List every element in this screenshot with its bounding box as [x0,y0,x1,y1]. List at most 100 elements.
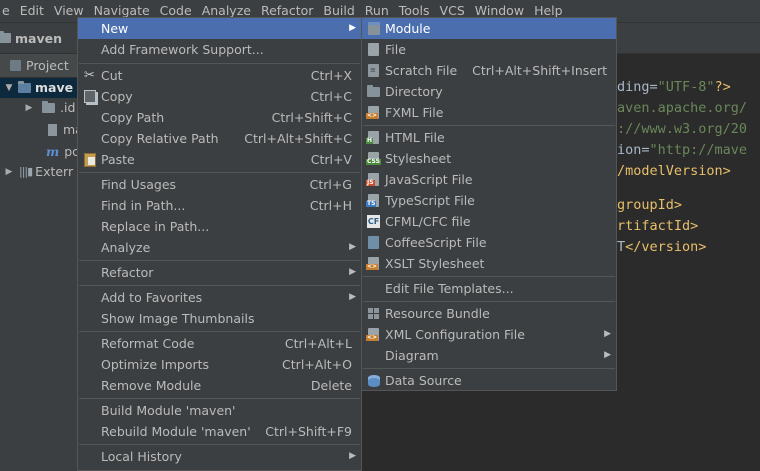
tree-node-idea[interactable]: ▶ .id [0,98,76,118]
menu-item-optimize-imports[interactable]: Optimize Imports Ctrl+Alt+O [78,354,361,375]
folder-icon [42,101,55,113]
breadcrumb-project[interactable]: maven [15,31,62,46]
menu-item-show-image-thumbnails[interactable]: Show Image Thumbnails [78,308,361,329]
menu-item-label: Find Usages [101,177,177,192]
menu-separator [363,368,615,369]
menu-item-label: Diagram [385,348,439,363]
menu-item-label: Replace in Path... [101,219,210,234]
database-icon [366,373,381,388]
menu-item-label: Cut [101,68,123,83]
collapse-arrow-icon[interactable]: ▶ [4,162,14,182]
file-icon [366,42,381,57]
menu-item-label: CoffeeScript File [385,235,487,250]
breadcrumb[interactable]: maven [0,28,62,48]
code-string: "UTF-8" [657,79,715,95]
submenu-item-typescript-file[interactable]: TS TypeScript File [362,190,616,211]
submenu-item-stylesheet[interactable]: CSS Stylesheet [362,148,616,169]
menu-separator [363,301,615,302]
submenu-item-edit-file-templates[interactable]: Edit File Templates... [362,278,616,299]
menu-file[interactable]: e [0,0,15,22]
menu-separator [79,63,360,64]
menu-item-refactor[interactable]: Refactor ▶ [78,262,361,283]
submenu-item-xml-configuration-file[interactable]: <> XML Configuration File ▶ [362,324,616,345]
menu-item-label: Local History [101,449,182,464]
menu-item-cut[interactable]: ✂ Cut Ctrl+X [78,65,361,86]
menu-item-copy[interactable]: Copy Ctrl+C [78,86,361,107]
resource-bundle-icon [366,306,381,321]
submenu-item-xslt-stylesheet[interactable]: <> XSLT Stylesheet [362,253,616,274]
ts-file-icon: TS [366,193,381,208]
menu-item-rebuild-module[interactable]: Rebuild Module 'maven' Ctrl+Shift+F9 [78,421,361,442]
submenu-arrow-icon: ▶ [349,23,356,33]
collapse-arrow-icon[interactable]: ▶ [24,98,34,118]
menu-item-shortcut: Ctrl+Alt+L [284,336,352,351]
menu-item-reformat-code[interactable]: Reformat Code Ctrl+Alt+L [78,333,361,354]
project-context-menu: New ▶ Add Framework Support... ✂ Cut Ctr… [77,17,362,471]
menu-item-shortcut: Ctrl+H [309,198,352,213]
submenu-arrow-icon: ▶ [349,451,356,461]
menu-item-label: Add to Favorites [101,290,203,305]
menu-item-copy-relative-path[interactable]: Copy Relative Path Ctrl+Alt+Shift+C [78,128,361,149]
menu-item-label: Copy Relative Path [101,131,219,146]
tree-node-external-libraries[interactable]: ▶ |||▮ Exterr [0,162,74,182]
cfml-file-icon: CF [367,215,380,228]
menu-item-paste[interactable]: Paste Ctrl+V [78,149,361,170]
tree-node-label: Exterr [35,164,74,179]
folder-icon [366,84,381,99]
menu-separator [79,398,360,399]
menu-item-label: Scratch File [385,63,458,78]
submenu-item-directory[interactable]: Directory [362,81,616,102]
menu-separator [363,276,615,277]
menu-item-analyze[interactable]: Analyze ▶ [78,237,361,258]
submenu-item-diagram[interactable]: Diagram ▶ [362,345,616,366]
menu-edit[interactable]: Edit [15,0,49,22]
tab-project[interactable]: Project [0,54,80,78]
expand-arrow-icon[interactable]: ▼ [4,78,14,98]
menu-item-label: Reformat Code [101,336,195,351]
tree-node-pom[interactable]: m pc [0,142,79,162]
submenu-arrow-icon: ▶ [349,292,356,302]
submenu-arrow-icon: ▶ [349,242,356,252]
menu-item-find-in-path[interactable]: Find in Path... Ctrl+H [78,195,361,216]
code-text: T [617,239,626,255]
css-file-icon: CSS [366,151,381,166]
menu-item-add-framework-support[interactable]: Add Framework Support... [78,39,361,60]
menu-separator [79,285,360,286]
menu-item-label: Find in Path... [101,198,186,213]
code-text: ding= [617,79,658,95]
paste-icon [82,152,97,167]
menu-item-replace-in-path[interactable]: Replace in Path... [78,216,361,237]
project-tab-label: Project [26,58,69,73]
menu-item-new[interactable]: New ▶ [78,18,361,39]
submenu-item-scratch-file[interactable]: ≡ Scratch File Ctrl+Alt+Shift+Insert [362,60,616,81]
submenu-item-resource-bundle[interactable]: Resource Bundle [362,303,616,324]
menu-item-shortcut: Ctrl+G [309,177,352,192]
menu-item-add-to-favorites[interactable]: Add to Favorites ▶ [78,287,361,308]
menu-separator [79,444,360,445]
menu-item-shortcut: Ctrl+Alt+Shift+Insert [472,63,607,78]
menu-item-label: Optimize Imports [101,357,210,372]
submenu-item-coffeescript-file[interactable]: CoffeeScript File [362,232,616,253]
html-file-icon: H [366,130,381,145]
tree-node-label: mave [35,80,74,95]
menu-item-shortcut: Ctrl+V [310,152,352,167]
new-submenu: Module File ≡ Scratch File Ctrl+Alt+Shif… [361,17,617,391]
submenu-item-html-file[interactable]: H HTML File [362,127,616,148]
submenu-item-file[interactable]: File [362,39,616,60]
submenu-item-data-source[interactable]: Data Source [362,370,616,391]
menu-item-label: Build Module 'maven' [101,403,236,418]
submenu-item-module[interactable]: Module [362,18,616,39]
submenu-item-fxml-file[interactable]: <> FXML File [362,102,616,123]
submenu-item-javascript-file[interactable]: JS JavaScript File [362,169,616,190]
menu-item-copy-path[interactable]: Copy Path Ctrl+Shift+C [78,107,361,128]
tree-node-root[interactable]: ▼ mave [0,78,80,98]
menu-item-build-module[interactable]: Build Module 'maven' [78,400,361,421]
menu-item-label: Resource Bundle [385,306,490,321]
tree-node-file[interactable]: ma [0,120,83,140]
menu-item-shortcut: Ctrl+C [310,89,352,104]
menu-item-local-history[interactable]: Local History ▶ [78,446,361,467]
menu-item-remove-module[interactable]: Remove Module Delete [78,375,361,396]
menu-item-find-usages[interactable]: Find Usages Ctrl+G [78,174,361,195]
submenu-item-cfml-file[interactable]: CF CFML/CFC file [362,211,616,232]
scratch-file-icon: ≡ [366,63,381,78]
